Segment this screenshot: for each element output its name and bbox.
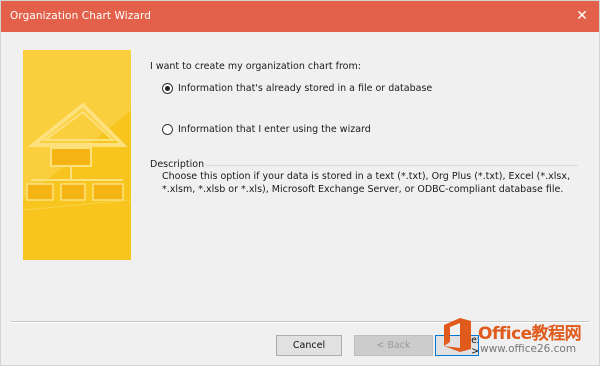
- watermark-url: www.office26.com: [480, 343, 577, 355]
- radio-button[interactable]: [162, 124, 173, 135]
- close-icon[interactable]: ✕: [571, 5, 593, 27]
- office-logo-icon: [444, 318, 471, 352]
- option-label: Information that I enter using the wizar…: [178, 124, 371, 135]
- org-chart-illustration: [23, 50, 131, 260]
- source-prompt: I want to create my organization chart f…: [150, 61, 361, 72]
- description-heading: Description: [150, 159, 205, 170]
- option-label: Information that's already stored in a f…: [178, 83, 433, 94]
- back-button[interactable]: < Back: [354, 335, 433, 356]
- title-bar: Organization Chart Wizard ✕: [1, 1, 599, 32]
- radio-button[interactable]: [162, 83, 173, 94]
- watermark-title: Office教程网: [478, 324, 582, 344]
- description-divider: [206, 165, 578, 166]
- description-text: Choose this option if your data is store…: [162, 171, 571, 195]
- site-watermark: Office教程网 www.office26.com: [438, 311, 600, 366]
- window-title: Organization Chart Wizard: [10, 10, 151, 22]
- option-file-or-database[interactable]: Information that's already stored in a f…: [162, 83, 432, 94]
- cancel-button[interactable]: Cancel: [276, 335, 342, 356]
- option-enter-using-wizard[interactable]: Information that I enter using the wizar…: [162, 124, 371, 135]
